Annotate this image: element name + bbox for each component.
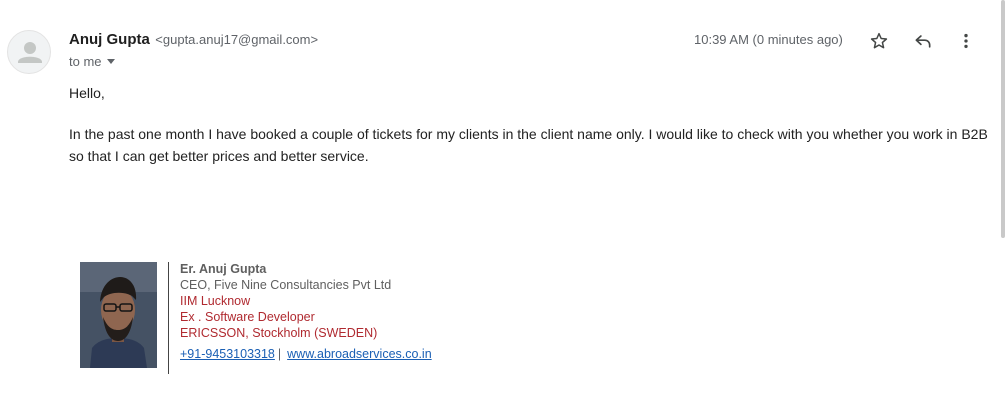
reply-button[interactable] [911,29,935,53]
email-greeting: Hello, [69,85,105,101]
sender-line: Anuj Gupta <gupta.anuj17@gmail.com> [69,31,318,49]
person-icon [18,42,42,63]
signature-links: +91-9453103318 | www.abroadservices.co.in [180,346,432,362]
signature-line-2: Ex . Software Developer [180,310,315,324]
signature-divider [168,262,169,374]
reply-icon [915,35,931,48]
sender-email[interactable]: <gupta.anuj17@gmail.com> [155,32,318,47]
message-timestamp: 10:39 AM (0 minutes ago) [694,32,843,47]
signature-phone-link[interactable]: +91-9453103318 [180,347,275,361]
recipient-details-toggle[interactable]: to me [69,54,115,69]
sender-avatar[interactable] [7,30,51,74]
signature-line-3: ERICSSON, Stockholm (SWEDEN) [180,326,378,340]
signature-photo [80,262,157,368]
more-options-button[interactable] [954,29,978,53]
caret-down-icon[interactable] [106,59,115,64]
signature-title: CEO, Five Nine Consultancies Pvt Ltd [180,278,392,292]
signature-link-separator: | [277,347,282,361]
email-signature: Er. Anuj Gupta CEO, Five Nine Consultanc… [180,261,432,362]
sender-name[interactable]: Anuj Gupta [69,31,150,48]
signature-line-1: IIM Lucknow [180,294,251,308]
signature-website-link[interactable]: www.abroadservices.co.in [287,347,432,361]
recipient-label: to me [69,54,102,69]
star-icon [870,32,888,49]
more-vert-icon [964,33,968,49]
star-button[interactable] [867,29,891,53]
scrollbar[interactable] [1001,0,1005,238]
signature-name: Er. Anuj Gupta [180,262,267,276]
email-body-paragraph: In the past one month I have booked a co… [69,126,988,164]
